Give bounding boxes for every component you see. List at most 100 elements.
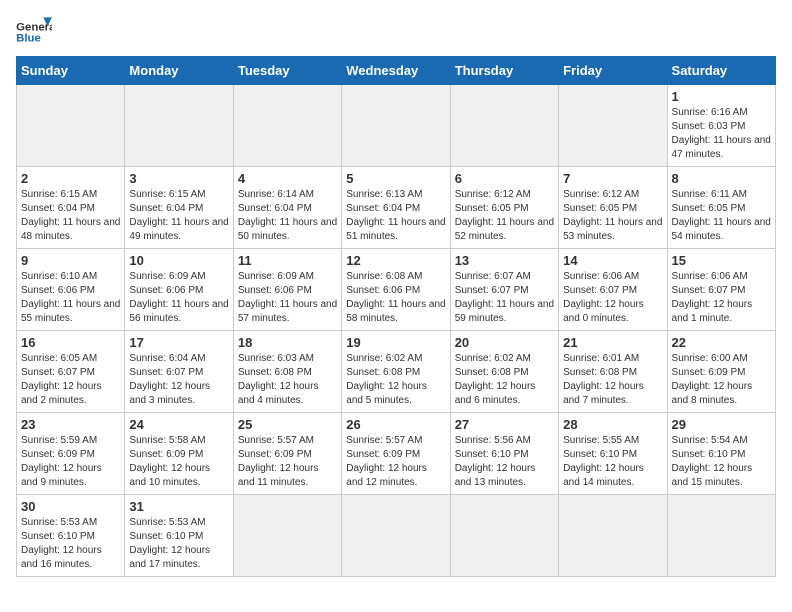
calendar-cell: 10 Sunrise: 6:09 AM Sunset: 6:06 PM Dayli…	[125, 249, 233, 331]
calendar-cell	[233, 85, 341, 167]
day-number: 1	[672, 89, 771, 104]
dow-header-saturday: Saturday	[667, 57, 775, 85]
week-row-2: 2Sunrise: 6:15 AM Sunset: 6:04 PM Daylig…	[17, 167, 776, 249]
days-of-week-row: SundayMondayTuesdayWednesdayThursdayFrid…	[17, 57, 776, 85]
day-number: 25	[238, 417, 337, 432]
day-info: Sunrise: 5:57 AM Sunset: 6:09 PM Dayligh…	[346, 434, 445, 490]
day-info: Sunrise: 6:03 AM Sunset: 6:08 PM Dayligh…	[238, 352, 337, 408]
calendar-cell: 1 Sunrise: 6:16 AM Sunset: 6:03 PM Daylig…	[667, 85, 775, 167]
calendar-cell: 19 Sunrise: 6:02 AM Sunset: 6:08 PM Dayli…	[342, 331, 450, 413]
calendar-cell	[233, 495, 341, 577]
calendar-cell: 22 Sunrise: 6:00 AM Sunset: 6:09 PM Dayli…	[667, 331, 775, 413]
calendar-cell: 26Sunrise: 5:57 AM Sunset: 6:09 PM Dayli…	[342, 413, 450, 495]
calendar-cell: 3Sunrise: 6:15 AM Sunset: 6:04 PM Daylig…	[125, 167, 233, 249]
day-info: Sunrise: 5:59 AM Sunset: 6:09 PM Dayligh…	[21, 434, 120, 490]
day-info: Sunrise: 6:04 AM Sunset: 6:07 PM Dayligh…	[129, 352, 228, 408]
calendar-cell: 25Sunrise: 5:57 AM Sunset: 6:09 PM Dayli…	[233, 413, 341, 495]
calendar-cell: 16 Sunrise: 6:05 AM Sunset: 6:07 PM Dayli…	[17, 331, 125, 413]
calendar-cell: 11Sunrise: 6:09 AM Sunset: 6:06 PM Dayli…	[233, 249, 341, 331]
calendar-cell: 13 Sunrise: 6:07 AM Sunset: 6:07 PM Dayli…	[450, 249, 558, 331]
calendar-body: 1 Sunrise: 6:16 AM Sunset: 6:03 PM Daylig…	[17, 85, 776, 577]
day-info: Sunrise: 6:13 AM Sunset: 6:04 PM Dayligh…	[346, 188, 445, 244]
calendar-cell	[125, 85, 233, 167]
day-info: Sunrise: 6:08 AM Sunset: 6:06 PM Dayligh…	[346, 270, 445, 326]
day-number: 30	[21, 499, 120, 514]
day-number: 9	[21, 253, 120, 268]
logo: General Blue	[16, 16, 52, 46]
day-info: Sunrise: 6:07 AM Sunset: 6:07 PM Dayligh…	[455, 270, 554, 326]
svg-text:Blue: Blue	[16, 33, 41, 45]
dow-header-friday: Friday	[559, 57, 667, 85]
day-info: Sunrise: 6:06 AM Sunset: 6:07 PM Dayligh…	[672, 270, 771, 326]
calendar-cell: 7Sunrise: 6:12 AM Sunset: 6:05 PM Daylig…	[559, 167, 667, 249]
day-number: 12	[346, 253, 445, 268]
calendar-cell	[559, 85, 667, 167]
day-number: 20	[455, 335, 554, 350]
day-info: Sunrise: 6:02 AM Sunset: 6:08 PM Dayligh…	[455, 352, 554, 408]
day-number: 11	[238, 253, 337, 268]
day-number: 31	[129, 499, 228, 514]
calendar-cell	[17, 85, 125, 167]
day-info: Sunrise: 5:58 AM Sunset: 6:09 PM Dayligh…	[129, 434, 228, 490]
calendar-cell	[667, 495, 775, 577]
calendar-cell: 12 Sunrise: 6:08 AM Sunset: 6:06 PM Dayli…	[342, 249, 450, 331]
calendar-cell: 29Sunrise: 5:54 AM Sunset: 6:10 PM Dayli…	[667, 413, 775, 495]
day-info: Sunrise: 6:16 AM Sunset: 6:03 PM Dayligh…	[672, 106, 771, 162]
calendar-cell: 20 Sunrise: 6:02 AM Sunset: 6:08 PM Dayli…	[450, 331, 558, 413]
day-info: Sunrise: 6:00 AM Sunset: 6:09 PM Dayligh…	[672, 352, 771, 408]
calendar: SundayMondayTuesdayWednesdayThursdayFrid…	[16, 56, 776, 577]
calendar-cell: 9 Sunrise: 6:10 AM Sunset: 6:06 PM Daylig…	[17, 249, 125, 331]
calendar-cell: 5 Sunrise: 6:13 AM Sunset: 6:04 PM Daylig…	[342, 167, 450, 249]
day-info: Sunrise: 6:02 AM Sunset: 6:08 PM Dayligh…	[346, 352, 445, 408]
day-info: Sunrise: 6:10 AM Sunset: 6:06 PM Dayligh…	[21, 270, 120, 326]
day-info: Sunrise: 6:01 AM Sunset: 6:08 PM Dayligh…	[563, 352, 662, 408]
week-row-5: 23 Sunrise: 5:59 AM Sunset: 6:09 PM Dayli…	[17, 413, 776, 495]
calendar-cell: 6Sunrise: 6:12 AM Sunset: 6:05 PM Daylig…	[450, 167, 558, 249]
day-number: 17	[129, 335, 228, 350]
calendar-cell	[559, 495, 667, 577]
day-number: 19	[346, 335, 445, 350]
day-number: 2	[21, 171, 120, 186]
dow-header-sunday: Sunday	[17, 57, 125, 85]
day-number: 21	[563, 335, 662, 350]
day-number: 28	[563, 417, 662, 432]
calendar-cell: 8Sunrise: 6:11 AM Sunset: 6:05 PM Daylig…	[667, 167, 775, 249]
day-number: 13	[455, 253, 554, 268]
calendar-cell	[450, 85, 558, 167]
calendar-cell: 30Sunrise: 5:53 AM Sunset: 6:10 PM Dayli…	[17, 495, 125, 577]
day-info: Sunrise: 6:05 AM Sunset: 6:07 PM Dayligh…	[21, 352, 120, 408]
day-number: 6	[455, 171, 554, 186]
calendar-cell: 24 Sunrise: 5:58 AM Sunset: 6:09 PM Dayli…	[125, 413, 233, 495]
day-number: 15	[672, 253, 771, 268]
day-number: 24	[129, 417, 228, 432]
dow-header-tuesday: Tuesday	[233, 57, 341, 85]
day-number: 4	[238, 171, 337, 186]
day-info: Sunrise: 5:56 AM Sunset: 6:10 PM Dayligh…	[455, 434, 554, 490]
day-number: 3	[129, 171, 228, 186]
day-info: Sunrise: 6:11 AM Sunset: 6:05 PM Dayligh…	[672, 188, 771, 244]
day-number: 22	[672, 335, 771, 350]
week-row-6: 30 Sunrise: 5:53 AM Sunset: 6:10 PM Dayli…	[17, 495, 776, 577]
dow-header-monday: Monday	[125, 57, 233, 85]
calendar-cell	[342, 85, 450, 167]
day-number: 10	[129, 253, 228, 268]
calendar-cell: 18 Sunrise: 6:03 AM Sunset: 6:08 PM Dayli…	[233, 331, 341, 413]
calendar-cell: 21 Sunrise: 6:01 AM Sunset: 6:08 PM Dayli…	[559, 331, 667, 413]
week-row-3: 9 Sunrise: 6:10 AM Sunset: 6:06 PM Daylig…	[17, 249, 776, 331]
calendar-cell: 23 Sunrise: 5:59 AM Sunset: 6:09 PM Dayli…	[17, 413, 125, 495]
calendar-cell: 4Sunrise: 6:14 AM Sunset: 6:04 PM Daylig…	[233, 167, 341, 249]
day-number: 23	[21, 417, 120, 432]
calendar-cell	[342, 495, 450, 577]
day-number: 16	[21, 335, 120, 350]
calendar-cell: 17 Sunrise: 6:04 AM Sunset: 6:07 PM Dayli…	[125, 331, 233, 413]
day-info: Sunrise: 5:53 AM Sunset: 6:10 PM Dayligh…	[129, 516, 228, 572]
day-number: 18	[238, 335, 337, 350]
day-info: Sunrise: 6:09 AM Sunset: 6:06 PM Dayligh…	[129, 270, 228, 326]
dow-header-thursday: Thursday	[450, 57, 558, 85]
week-row-4: 16 Sunrise: 6:05 AM Sunset: 6:07 PM Dayli…	[17, 331, 776, 413]
day-number: 5	[346, 171, 445, 186]
day-info: Sunrise: 6:12 AM Sunset: 6:05 PM Dayligh…	[563, 188, 662, 244]
calendar-cell: 28Sunrise: 5:55 AM Sunset: 6:10 PM Dayli…	[559, 413, 667, 495]
calendar-cell: 15 Sunrise: 6:06 AM Sunset: 6:07 PM Dayli…	[667, 249, 775, 331]
header: General Blue	[16, 16, 776, 46]
